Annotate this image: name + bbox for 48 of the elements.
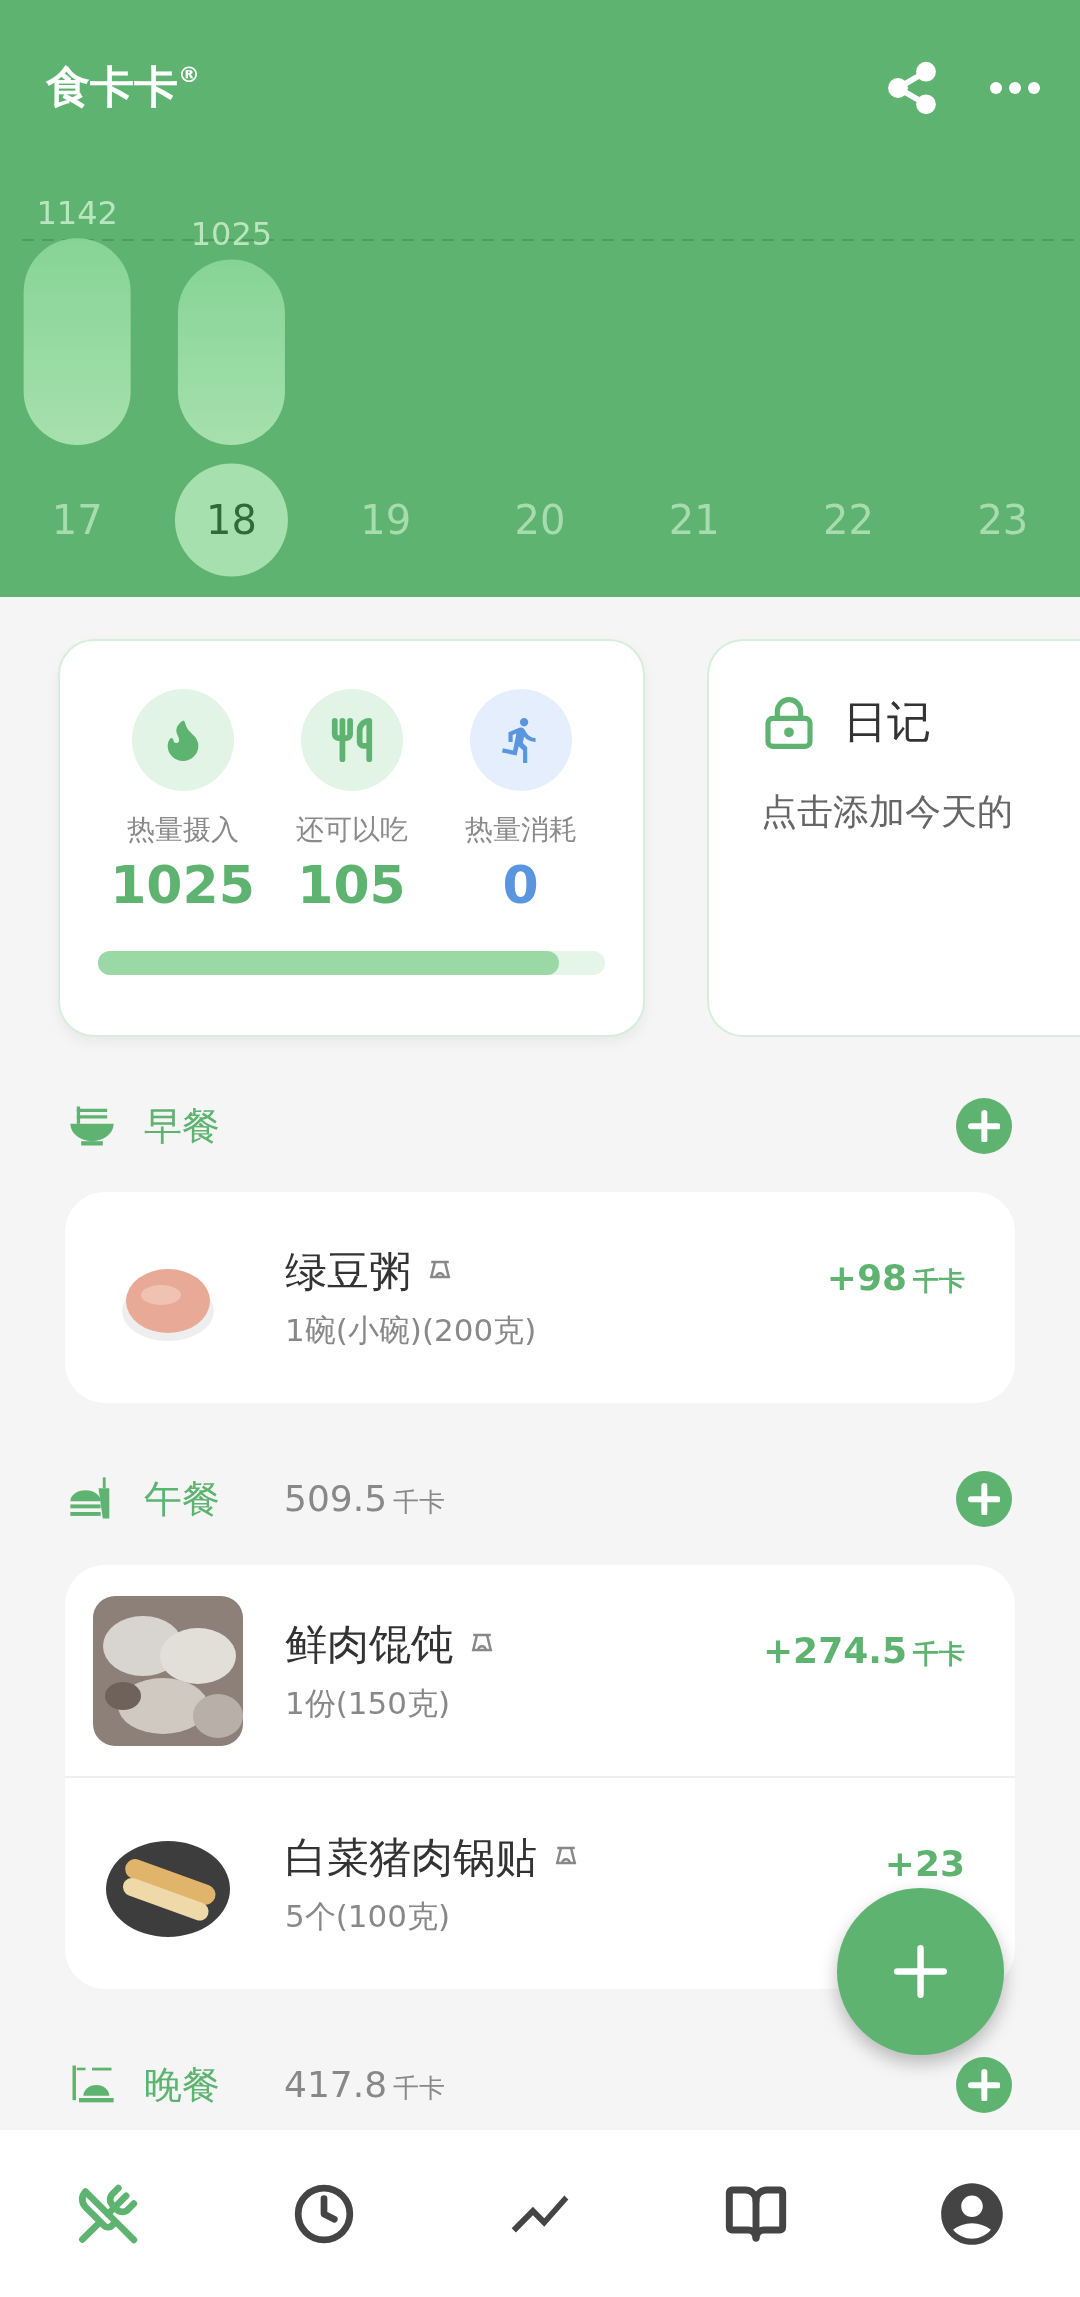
food-portion: 1碗(小碗)(200克) bbox=[285, 1310, 538, 1350]
day-button[interactable]: 22 bbox=[823, 497, 874, 543]
day-button[interactable]: 17 bbox=[51, 497, 103, 543]
meal-total: 417.8 千卡 bbox=[284, 2064, 447, 2106]
bar-value: 1025 bbox=[190, 215, 273, 254]
food-row[interactable]: 鲜肉馄饨 1份(150克) +274.5 千卡 bbox=[65, 1565, 1015, 1776]
diary-card[interactable]: 日记 点击添加今天的 bbox=[707, 639, 1080, 1037]
stat-label: 热量消耗 bbox=[464, 812, 577, 848]
stat-value: 105 bbox=[297, 855, 406, 915]
clock-icon bbox=[293, 2182, 355, 2245]
food-calories: +274.5 千卡 bbox=[762, 1629, 965, 1672]
day-button[interactable]: 18 bbox=[174, 463, 288, 577]
add-food-button[interactable] bbox=[956, 1471, 1012, 1527]
meal-title: 晚餐 bbox=[144, 2061, 221, 2109]
plus-icon bbox=[893, 1944, 948, 1999]
food-portion: 1份(150克) bbox=[285, 1683, 452, 1723]
diary-hint: 点击添加今天的 bbox=[761, 790, 1015, 834]
stat-label: 热量摄入 bbox=[126, 812, 239, 848]
day-button[interactable]: 21 bbox=[668, 497, 720, 543]
food-name: 白菜猪肉锅贴 bbox=[285, 1831, 537, 1884]
nav-tab[interactable] bbox=[293, 2182, 355, 2245]
x-tick-label: 18 bbox=[205, 497, 257, 543]
plus-icon bbox=[967, 1109, 1001, 1143]
day-button[interactable]: 23 bbox=[977, 497, 1029, 543]
add-food-button[interactable] bbox=[956, 2057, 1012, 2113]
plus-icon bbox=[967, 1482, 1001, 1516]
food-calories: +23 bbox=[884, 1843, 965, 1884]
food-portion: 5个(100克) bbox=[285, 1896, 452, 1936]
food-calories: +98 千卡 bbox=[826, 1256, 965, 1299]
more-button[interactable] bbox=[990, 81, 1040, 94]
add-food-button[interactable] bbox=[956, 1098, 1012, 1154]
stat-value: 0 bbox=[502, 855, 539, 915]
meal-title: 早餐 bbox=[144, 1102, 221, 1150]
stat-label: 还可以吃 bbox=[295, 812, 408, 848]
plus-icon bbox=[967, 2068, 1001, 2102]
more-icon bbox=[990, 81, 1040, 94]
food-row[interactable]: 绿豆粥 1碗(小碗)(200克) +98 千卡 bbox=[65, 1192, 1015, 1403]
meal-title: 午餐 bbox=[144, 1475, 221, 1523]
stat-value: 1025 bbox=[110, 855, 255, 915]
day-button[interactable]: 19 bbox=[360, 497, 412, 543]
bar-value: 1142 bbox=[36, 194, 118, 233]
meal-total: 509.5 千卡 bbox=[284, 1478, 447, 1520]
day-button[interactable]: 20 bbox=[514, 497, 566, 543]
app-title: 食卡卡® bbox=[46, 60, 201, 114]
food-name: 鲜肉馄饨 bbox=[285, 1618, 453, 1671]
food-name: 绿豆粥 bbox=[285, 1245, 411, 1298]
utensils-icon bbox=[77, 2182, 139, 2245]
diary-title: 日记 bbox=[843, 695, 932, 749]
